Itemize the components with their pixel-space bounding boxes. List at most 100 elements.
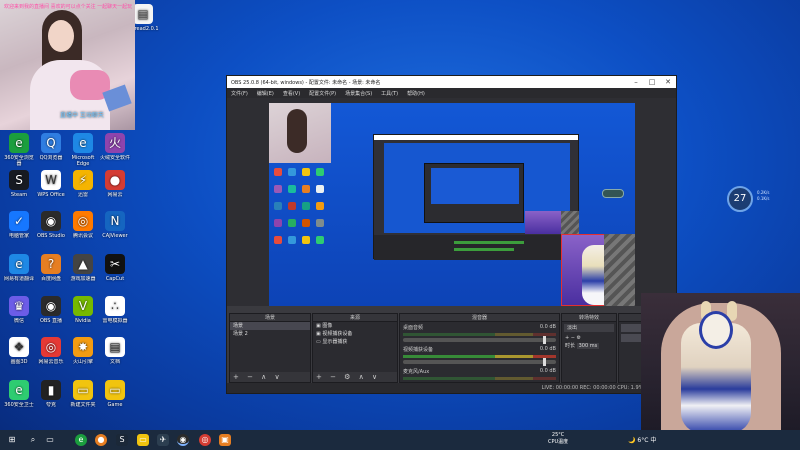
doc-icon: ▤ — [105, 337, 125, 357]
scenes-toolbar[interactable]: + − ∧ ∨ — [230, 372, 310, 382]
desktop-icon-label: 微信 — [13, 318, 24, 324]
browser-360-icon[interactable]: e — [75, 434, 87, 446]
weather-widget[interactable]: 25°C CPU温度 — [548, 432, 568, 446]
baidu-netdisk-icon: ? — [41, 254, 61, 274]
source-item[interactable]: ▭ 显示器捕获 — [313, 338, 397, 346]
menu-item[interactable]: 帮助(H) — [407, 90, 425, 97]
ime-indicator[interactable]: 中 — [650, 437, 656, 444]
audio-mixer-dock: 混音器 桌面音频 0.0 dB 视频捕获设备 0.0 dB 麦克风/Aux 0.0 d… — [399, 313, 560, 383]
mixer-channel: 麦克风/Aux 0.0 dB — [400, 366, 559, 382]
scene-item[interactable]: 场景 2 — [230, 330, 310, 338]
transition-select[interactable]: 淡出 — [564, 324, 614, 332]
taskbar: ⊞ ⌕ ▭ e ● S ▭ ✈ ◉ ◎ ▣ 25°C CPU温度 🌙 6°C 中 — [0, 430, 800, 450]
source-item[interactable]: ▣ 图像 — [313, 322, 397, 330]
sources-title: 来源 — [313, 314, 397, 322]
desktop-icon[interactable]: e 网易有道翻译 — [3, 254, 35, 288]
desktop-icon[interactable]: ⚡ 迅雷 — [67, 170, 99, 204]
mixer-channel: 桌面音频 0.0 dB — [400, 322, 559, 344]
netease-icon[interactable]: ◎ — [199, 434, 211, 446]
game-icon[interactable]: ✈ — [157, 434, 169, 446]
menu-item[interactable]: 查看(V) — [283, 90, 300, 97]
search-icon[interactable]: ⌕ — [27, 434, 39, 446]
desktop-icon[interactable]: ▭ Game — [99, 380, 131, 414]
desktop-icon[interactable]: ❖ 画图3D — [3, 337, 35, 371]
desktop-icon-label: 腾讯会议 — [72, 233, 93, 239]
desktop-icon[interactable]: ✸ 火山引擎 — [67, 337, 99, 371]
temperature-widget[interactable]: 27 — [727, 186, 753, 212]
desktop-icon[interactable]: ▮ 夸克 — [35, 380, 67, 414]
qq-browser-icon: Q — [41, 133, 61, 153]
desktop-icon[interactable]: ◉ OBS 直播 — [35, 296, 67, 330]
desktop-icon[interactable]: ▭ 新建文件夹 — [67, 380, 99, 414]
file-explorer-icon[interactable]: ▭ — [137, 434, 149, 446]
desktop-icon[interactable]: ∴ 雷电模拟器 — [99, 296, 131, 330]
chrome-icon[interactable]: ● — [95, 434, 107, 446]
scrolling-banner-text: 欢迎来到我的直播间 喜欢的可以点个关注 一起聊天一起玩 — [4, 4, 133, 10]
steam-icon[interactable]: S — [116, 434, 128, 446]
preview-canvas[interactable] — [269, 103, 635, 306]
desktop-icon[interactable]: 火火绒安全软件 — [99, 133, 131, 167]
source-item[interactable]: ▣ 视频捕获设备 — [313, 330, 397, 338]
channel-db: 0.0 dB — [539, 324, 556, 330]
huorong-icon: 火 — [105, 133, 125, 153]
youdao-icon: e — [9, 254, 29, 274]
desktop-icon[interactable]: ◎ 网易云音乐 — [35, 337, 67, 371]
desktop-icon[interactable]: ✂ CapCut — [99, 254, 131, 288]
close-icon[interactable]: ✕ — [660, 78, 676, 86]
volume-slider[interactable] — [403, 336, 556, 344]
desktop-icon[interactable]: e 360安全卫士 — [3, 380, 35, 414]
desktop-icon[interactable]: ◎ 腾讯会议 — [67, 211, 99, 245]
desktop-icon[interactable]: e 360安全浏览器 — [3, 133, 35, 167]
channel-name: 视频捕获设备 — [403, 347, 434, 353]
transition-buttons[interactable]: + − ⚙ — [562, 334, 616, 342]
obs-status-bar: LIVE: 00:00:00 REC: 00:00:00 CPU: 1.9%, … — [227, 383, 676, 393]
desktop-icon[interactable]: ● 网易云 — [99, 170, 131, 204]
desktop-icon[interactable]: e Microsoft Edge — [67, 133, 99, 167]
desktop-icon[interactable]: ✓ 电脑管家 — [3, 211, 35, 245]
desktop-icon[interactable]: ♛ 微信 — [3, 296, 35, 330]
obs-title-text: OBS 25.0.8 (64-bit, windows) - 配置文件: 未命名… — [231, 79, 381, 86]
maximize-icon[interactable]: □ — [644, 78, 660, 86]
duration-input[interactable]: 300 ms — [576, 343, 600, 349]
menu-item[interactable]: 场景集合(S) — [345, 90, 372, 97]
minimize-icon[interactable]: – — [628, 78, 644, 86]
edge-icon: e — [73, 133, 93, 153]
desktop-icon-label: 360安全浏览器 — [4, 155, 34, 167]
desktop-icon-label: 夸克 — [45, 402, 56, 408]
desktop-icon[interactable]: ▤ 文档 — [99, 337, 131, 371]
desktop-icon[interactable]: W WPS Office — [35, 170, 67, 204]
ldplayer-icon: ∴ — [105, 296, 125, 316]
desktop-icon[interactable]: N CAJViewer — [99, 211, 131, 245]
desktop-icon[interactable]: Q QQ浏览器 — [35, 133, 67, 167]
menu-item[interactable]: 配置文件(P) — [309, 90, 336, 97]
menu-item[interactable]: 文件(F) — [231, 90, 248, 97]
source-label: 图像 — [322, 323, 333, 329]
task-view-icon[interactable]: ▭ — [44, 434, 56, 446]
windows-start-icon[interactable]: ⊞ — [6, 434, 18, 446]
volume-slider[interactable] — [403, 358, 556, 366]
obs-preview[interactable] — [227, 98, 676, 306]
mixer-title: 混音器 — [400, 314, 559, 322]
source-label: 视频捕获设备 — [322, 331, 353, 337]
desktop-icon[interactable]: ◉ OBS Studio — [35, 211, 67, 245]
desktop-icon[interactable]: V Nvidia — [67, 296, 99, 330]
browser-360-icon: e — [9, 133, 29, 153]
desktop-icon[interactable]: S Steam — [3, 170, 35, 204]
scene-item[interactable]: 场景 — [230, 322, 310, 330]
obs-icon[interactable]: ◉ — [177, 434, 189, 446]
menu-item[interactable]: 工具(T) — [381, 90, 398, 97]
sources-toolbar[interactable]: + − ⚙ ∧ ∨ — [313, 372, 397, 382]
cloud-music-icon: ◎ — [41, 337, 61, 357]
source-label: 显示器捕获 — [322, 339, 348, 345]
nested-obs-preview — [373, 134, 580, 260]
menu-item[interactable]: 编辑(E) — [257, 90, 274, 97]
wechat-icon: ♛ — [9, 296, 29, 316]
mini-webcam — [269, 103, 331, 163]
desktop-icon-label: CapCut — [105, 276, 125, 282]
app-icon[interactable]: ▣ — [219, 434, 231, 446]
desktop-icon[interactable]: ▲ 游戏加速器 — [67, 254, 99, 288]
desktop-icon[interactable]: ? 百度网盘 — [35, 254, 67, 288]
obs-icon: ◉ — [41, 211, 61, 231]
weather-desc: CPU温度 — [548, 439, 569, 445]
nvidia-icon: V — [73, 296, 93, 316]
